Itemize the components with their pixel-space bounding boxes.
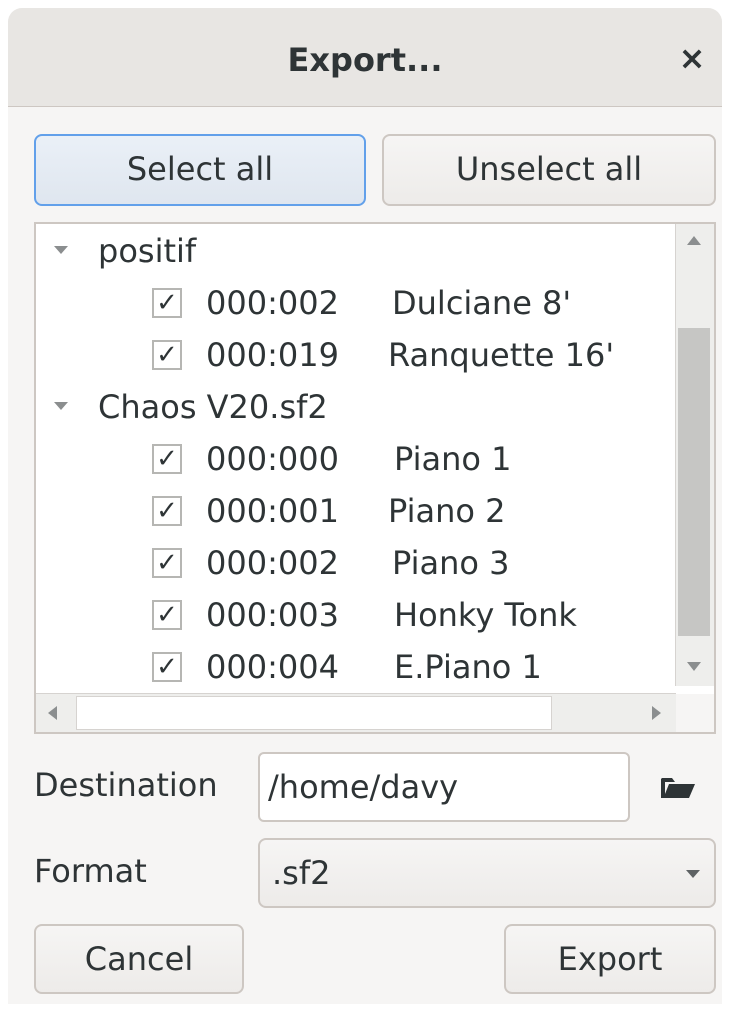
preset-name: E.Piano 1 [394, 648, 542, 686]
dialog-title: Export... [287, 41, 443, 79]
format-select[interactable]: .sf2 [258, 838, 716, 908]
cancel-button[interactable]: Cancel [34, 924, 244, 994]
close-button[interactable]: × [672, 38, 712, 78]
preset-code: 000:004 [206, 648, 339, 686]
preset-code: 000:000 [206, 440, 339, 478]
preset-code: 000:003 [206, 596, 339, 634]
format-label: Format [34, 852, 147, 890]
tree-group-label[interactable]: positif [98, 226, 196, 276]
instrument-tree[interactable]: positif ✓ 000:002 Dulciane 8' ✓ 000:019 … [34, 222, 716, 734]
scroll-right-icon[interactable] [652, 706, 661, 720]
preset-name: Piano 3 [392, 544, 510, 582]
scroll-corner [676, 694, 714, 732]
scroll-down-icon[interactable] [687, 662, 701, 671]
preset-name: Dulciane 8' [392, 284, 572, 322]
preset-code: 000:002 [206, 284, 339, 322]
checkbox[interactable]: ✓ [152, 652, 182, 682]
scroll-up-icon[interactable] [687, 236, 701, 245]
destination-label: Destination [34, 766, 218, 804]
checkbox[interactable]: ✓ [152, 288, 182, 318]
checkbox[interactable]: ✓ [152, 600, 182, 630]
expander-positif-icon[interactable] [54, 246, 68, 254]
checkbox[interactable]: ✓ [152, 548, 182, 578]
checkbox[interactable]: ✓ [152, 444, 182, 474]
select-all-button[interactable]: Select all [34, 134, 366, 206]
scroll-left-icon[interactable] [48, 706, 57, 720]
preset-name: Piano 1 [394, 440, 512, 478]
preset-code: 000:019 [206, 336, 339, 374]
title-bar: Export... × [8, 8, 722, 107]
preset-name: Piano 2 [388, 492, 506, 530]
unselect-all-button[interactable]: Unselect all [382, 134, 716, 206]
destination-field[interactable]: /home/davy [258, 752, 630, 822]
horizontal-scroll-thumb[interactable] [76, 696, 552, 730]
checkbox[interactable]: ✓ [152, 496, 182, 526]
export-button[interactable]: Export [504, 924, 716, 994]
preset-name: Honky Tonk [394, 596, 577, 634]
checkbox[interactable]: ✓ [152, 340, 182, 370]
chevron-down-icon [686, 870, 700, 878]
vertical-scrollbar[interactable] [675, 224, 714, 686]
expander-chaos-icon[interactable] [54, 402, 68, 410]
preset-code: 000:001 [206, 492, 339, 530]
export-dialog: Export... × Select all Unselect all posi… [8, 8, 722, 1004]
preset-code: 000:002 [206, 544, 339, 582]
tree-group-label[interactable]: Chaos V20.sf2 [98, 382, 328, 432]
vertical-scroll-thumb[interactable] [678, 328, 710, 636]
format-value: .sf2 [272, 854, 331, 892]
folder-open-icon[interactable] [660, 776, 696, 800]
preset-name: Ranquette 16' [388, 336, 615, 374]
horizontal-scrollbar[interactable] [36, 693, 676, 732]
